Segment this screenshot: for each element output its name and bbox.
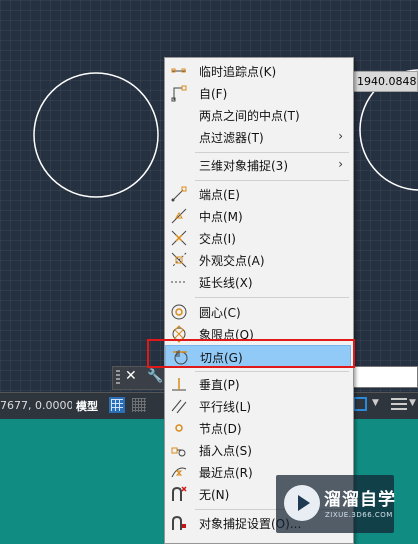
menu-item-node[interactable]: 节点(D) — [165, 417, 353, 439]
menu-item-endpoint[interactable]: 端点(E) — [165, 183, 353, 205]
menu-separator — [195, 297, 349, 298]
submenu-arrow-icon: › — [338, 129, 343, 143]
menu-item-point-filters[interactable]: 点过滤器(T) › — [165, 126, 353, 148]
menu-item-extension[interactable]: 延长线(X) — [165, 271, 353, 293]
menu-item-tangent[interactable]: 切点(G) — [165, 345, 351, 367]
watermark-logo: 溜溜自学 ZIXUE.3D66.COM — [276, 475, 396, 533]
chevron-down-icon[interactable]: ▼ — [409, 398, 416, 408]
model-tab[interactable]: 模型 — [76, 398, 98, 414]
play-logo-icon — [284, 485, 320, 521]
menu-separator — [195, 180, 349, 181]
apparent-intersection-icon — [171, 252, 187, 268]
command-line-toolbar: ✕ 🔧 — [112, 366, 168, 390]
center-icon — [171, 304, 187, 320]
intersection-icon — [171, 230, 187, 246]
tangent-icon — [173, 350, 188, 365]
menu-item-parallel[interactable]: 平行线(L) — [165, 395, 353, 417]
selection-cycling-icon[interactable] — [353, 397, 367, 411]
menu-item-perpendicular[interactable]: 垂直(P) — [165, 373, 353, 395]
command-input[interactable] — [353, 366, 418, 388]
grid-toggle-icon[interactable] — [109, 397, 125, 413]
close-icon[interactable]: ✕ — [125, 368, 137, 384]
watermark-title: 溜溜自学 — [324, 490, 396, 510]
circle-left — [33, 72, 159, 198]
menu-item-center[interactable]: 圆心(C) — [165, 301, 353, 323]
quadrant-icon — [172, 325, 186, 343]
menu-item-temp-track-point[interactable]: 临时追踪点(K) — [165, 60, 353, 82]
menu-item-midpoint[interactable]: 中点(M) — [165, 205, 353, 227]
midpoint-icon — [171, 208, 187, 224]
nearest-icon — [171, 467, 187, 478]
drag-grip-icon[interactable] — [116, 370, 120, 386]
menu-item-insert[interactable]: 插入点(S) — [165, 439, 353, 461]
none-icon — [172, 486, 187, 501]
menu-separator — [195, 371, 349, 372]
menu-item-apparent-intersection[interactable]: 外观交点(A) — [165, 249, 353, 271]
menu-item-intersection[interactable]: 交点(I) — [165, 227, 353, 249]
menu-separator — [195, 152, 349, 153]
snap-toggle-icon[interactable] — [132, 398, 146, 412]
watermark-subtitle: ZIXUE.3D66.COM — [325, 511, 393, 519]
insert-icon — [171, 447, 186, 457]
endpoint-icon — [171, 186, 187, 202]
extension-icon — [171, 281, 187, 283]
dynamic-input-tooltip: 1940.0848 — [352, 71, 418, 92]
object-snap-context-menu: 临时追踪点(K) 自(F) 两点之间的中点(T) 点过滤器(T) › 三维对象捕… — [164, 57, 354, 544]
perpendicular-icon — [172, 378, 186, 391]
from-icon — [171, 85, 187, 102]
temp-track-point-icon — [171, 68, 186, 73]
menu-item-3d-osnap[interactable]: 三维对象捕捉(3) › — [165, 154, 353, 176]
coordinate-readout[interactable]: 7677, 0.0000 — [0, 399, 72, 412]
submenu-arrow-icon: › — [338, 157, 343, 171]
customize-menu-icon[interactable] — [391, 398, 407, 412]
parallel-icon — [171, 399, 187, 414]
menu-item-from[interactable]: 自(F) — [165, 82, 353, 104]
menu-item-midpoint-between-two[interactable]: 两点之间的中点(T) — [165, 104, 353, 126]
wrench-icon[interactable]: 🔧 — [147, 369, 163, 384]
menu-item-quadrant[interactable]: 象限点(Q) — [165, 323, 353, 345]
play-triangle-icon — [298, 495, 310, 511]
osnap-settings-icon — [172, 515, 186, 530]
chevron-down-icon[interactable]: ▼ — [372, 398, 379, 408]
node-icon — [175, 424, 183, 432]
